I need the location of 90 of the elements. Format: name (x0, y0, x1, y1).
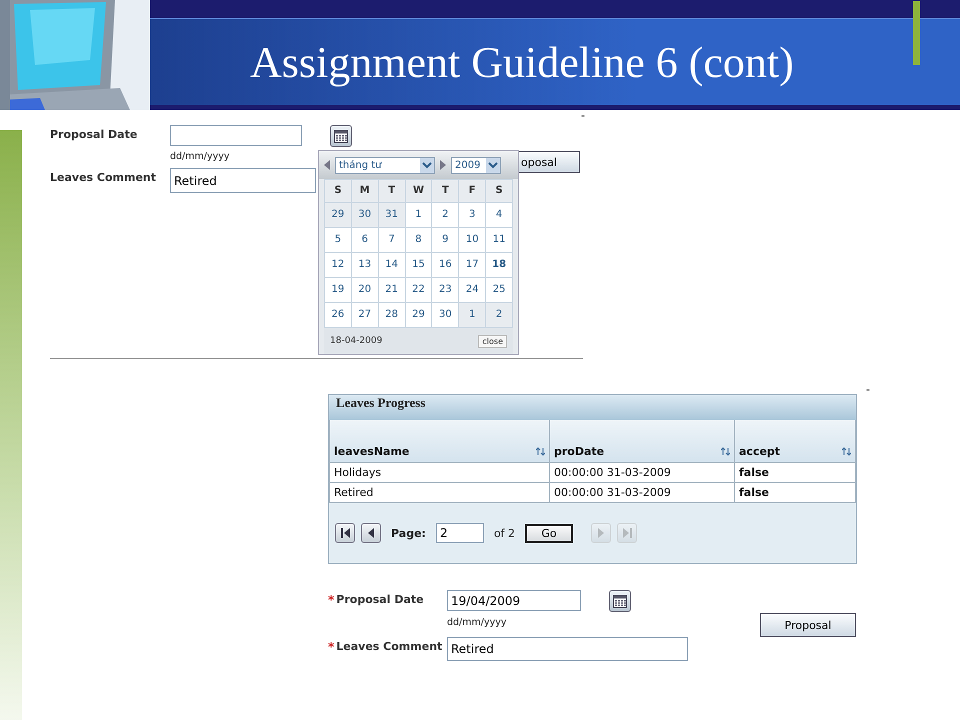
day-cell[interactable]: 22 (406, 278, 432, 302)
weekday-label: S (325, 180, 351, 202)
day-cell[interactable]: 18 (486, 253, 512, 277)
date-field[interactable]: 19/04/2009 (447, 590, 581, 611)
day-cell[interactable]: 25 (486, 278, 512, 302)
day-cell[interactable]: 2 (486, 303, 512, 327)
table-cell: false (734, 462, 856, 482)
go-button[interactable]: Go (525, 524, 574, 542)
table-cell: 00:00:00 31-03-2009 (550, 462, 734, 482)
day-cell[interactable]: 1 (459, 303, 486, 327)
day-cell[interactable]: 12 (325, 253, 351, 277)
date-format-hint: dd/mm/yyyy (447, 616, 508, 630)
previous-icon (323, 160, 331, 170)
field-label: Proposal Date (50, 127, 138, 141)
day-cell[interactable]: 30 (352, 203, 378, 227)
sort-icon (721, 447, 730, 456)
table-cell: Holidays (330, 462, 550, 482)
dash-mark: - (581, 109, 585, 122)
day-cell[interactable]: 4 (486, 203, 512, 227)
calendar-icon (334, 130, 348, 142)
sort-icon (842, 447, 851, 456)
day-cell[interactable]: 23 (432, 278, 458, 302)
date-format-hint: dd/mm/yyyy (170, 150, 230, 164)
weekday-label: W (406, 180, 432, 202)
next-icon (439, 160, 447, 170)
column-header[interactable]: proDate (550, 420, 734, 462)
day-cell[interactable]: 20 (352, 278, 378, 302)
day-cell[interactable]: 21 (378, 278, 405, 302)
day-cell[interactable]: 3 (459, 203, 486, 227)
weekday-label: T (378, 180, 405, 202)
slide-title: Assignment Guideline 6 (cont) (250, 36, 794, 88)
day-cell[interactable]: 9 (432, 228, 458, 252)
proposal-button[interactable]: Proposal (760, 613, 856, 637)
comment-field[interactable]: Retired (447, 637, 688, 661)
field-label: * Leaves Comment (328, 639, 444, 654)
first-page-button[interactable] (335, 523, 355, 543)
day-cell[interactable]: 11 (486, 228, 512, 252)
weekday-label: T (432, 180, 458, 202)
day-cell[interactable]: 24 (459, 278, 486, 302)
day-cell[interactable]: 26 (325, 303, 351, 327)
day-cell[interactable]: 30 (432, 303, 458, 327)
day-cell[interactable]: 2 (432, 203, 458, 227)
proposal-button[interactable]: oposal (519, 151, 580, 173)
column-header[interactable]: accept (734, 420, 856, 462)
day-cell[interactable]: 8 (406, 228, 432, 252)
column-header[interactable]: leavesName (330, 420, 550, 462)
weekday-label: F (459, 180, 486, 202)
previous-icon (367, 528, 375, 538)
last-page-icon (622, 528, 632, 538)
close-button[interactable]: close (478, 334, 507, 348)
previous-page-button[interactable] (361, 523, 381, 543)
day-cell[interactable]: 10 (459, 228, 486, 252)
calendar-button[interactable] (609, 590, 631, 612)
day-cell[interactable]: 7 (378, 228, 405, 252)
table-cell: Retired (330, 482, 550, 502)
day-cell[interactable]: 17 (459, 253, 486, 277)
day-cell[interactable]: 15 (406, 253, 432, 277)
day-cell[interactable]: 29 (325, 203, 351, 227)
day-cell[interactable]: 16 (432, 253, 458, 277)
table-cell: 00:00:00 31-03-2009 (550, 482, 734, 502)
page-label: Page: (391, 526, 426, 540)
first-page-icon (340, 528, 350, 538)
day-cell[interactable]: 19 (325, 278, 351, 302)
day-cell[interactable]: 1 (406, 203, 432, 227)
table-cell: false (734, 482, 856, 502)
day-cell[interactable]: 28 (378, 303, 405, 327)
field-label: Leaves Comment (50, 170, 158, 184)
year-select[interactable]: 2009 (451, 156, 501, 174)
day-cell[interactable]: 6 (352, 228, 378, 252)
page-count: of 2 (494, 526, 516, 540)
day-cell[interactable]: 31 (378, 203, 405, 227)
calendar-icon (613, 594, 627, 608)
sort-icon (536, 447, 545, 456)
weekday-label: S (486, 180, 512, 202)
dash-mark: - (866, 383, 870, 396)
day-cell[interactable]: 14 (378, 253, 405, 277)
calendar-button[interactable] (330, 125, 352, 147)
field-label: * Proposal Date (328, 592, 425, 607)
day-cell[interactable]: 13 (352, 253, 378, 277)
day-cell[interactable]: 29 (406, 303, 432, 327)
day-cell[interactable]: 27 (352, 303, 378, 327)
date-field[interactable] (170, 125, 302, 146)
today-date: 18-04-2009 (330, 336, 382, 346)
comment-field[interactable]: Retired (170, 168, 316, 193)
day-cell[interactable]: 5 (325, 228, 351, 252)
next-icon (597, 528, 606, 538)
panel-title: Leaves Progress (329, 395, 856, 420)
page-field[interactable]: 2 (436, 523, 484, 543)
month-select[interactable]: tháng tư (335, 156, 435, 174)
weekday-label: M (352, 180, 378, 202)
